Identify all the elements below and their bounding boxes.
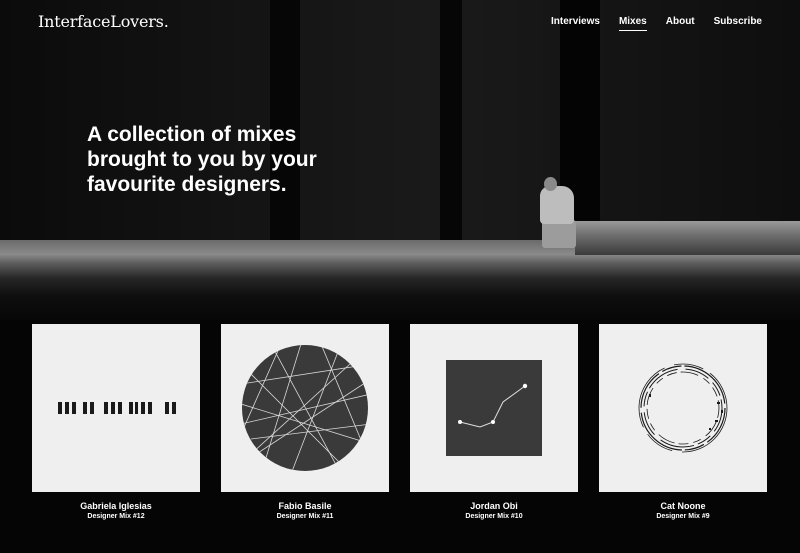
mix-card[interactable]: Cat Noone Designer Mix #9 (599, 324, 767, 520)
hero-pillar (440, 0, 462, 240)
barcode-icon (58, 402, 176, 414)
mix-card[interactable]: Jordan Obi Designer Mix #10 (410, 324, 578, 520)
site-logo[interactable]: InterfaceLovers. (38, 12, 169, 31)
circle-lines-icon (242, 345, 368, 471)
mix-cover[interactable] (599, 324, 767, 492)
hero-pillar (270, 0, 300, 240)
mix-artist[interactable]: Cat Noone (599, 501, 767, 511)
hero-person (540, 186, 574, 224)
broken-ring-icon (638, 363, 728, 453)
mix-artist[interactable]: Fabio Basile (221, 501, 389, 511)
line-graph-icon (446, 360, 542, 456)
mix-cover[interactable] (32, 324, 200, 492)
mix-cover[interactable] (410, 324, 578, 492)
nav-mixes[interactable]: Mixes (618, 16, 647, 31)
hero-wall (0, 0, 800, 240)
mix-artist[interactable]: Jordan Obi (410, 501, 578, 511)
hero-person (544, 177, 557, 191)
mix-card[interactable]: Fabio Basile Designer Mix #11 (221, 324, 389, 520)
mix-number: Designer Mix #9 (656, 513, 710, 520)
mix-artist[interactable]: Gabriela Iglesias (32, 501, 200, 511)
mix-number: Designer Mix #12 (87, 513, 145, 520)
hero-bench (575, 221, 800, 255)
mix-number: Designer Mix #10 (465, 513, 523, 520)
nav-interviews[interactable]: Interviews (551, 16, 600, 31)
hero-person (542, 220, 576, 248)
nav-subscribe[interactable]: Subscribe (714, 16, 762, 31)
mix-cover[interactable] (221, 324, 389, 492)
hero-headline: A collection of mixes brought to you by … (87, 123, 317, 196)
mix-card[interactable]: Gabriela Iglesias Designer Mix #12 (32, 324, 200, 520)
mix-grid: Gabriela Iglesias Designer Mix #12 Fabio… (32, 324, 767, 520)
main-nav: Interviews Mixes About Subscribe (551, 16, 762, 31)
mix-number: Designer Mix #11 (276, 513, 334, 520)
nav-about[interactable]: About (666, 16, 695, 31)
